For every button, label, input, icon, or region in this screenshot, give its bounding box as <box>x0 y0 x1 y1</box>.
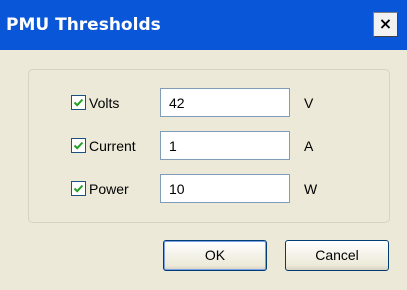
power-checkbox[interactable] <box>71 181 86 196</box>
window-title: PMU Thresholds <box>6 15 161 35</box>
current-field[interactable] <box>160 131 290 160</box>
current-unit: A <box>304 138 314 154</box>
close-icon: × <box>378 14 393 33</box>
dialog-window: PMU Thresholds × Volts V <box>0 0 407 290</box>
power-input[interactable] <box>161 175 289 202</box>
current-input[interactable] <box>161 132 289 159</box>
volts-row: Volts V <box>29 88 389 118</box>
close-button[interactable]: × <box>373 12 398 37</box>
volts-checkbox[interactable] <box>71 95 86 110</box>
current-checkbox[interactable] <box>71 138 86 153</box>
volts-unit: V <box>304 95 314 111</box>
thresholds-group: Volts V Current A <box>28 69 390 223</box>
volts-label[interactable]: Volts <box>89 95 119 111</box>
current-label[interactable]: Current <box>89 138 136 154</box>
power-unit: W <box>304 181 318 197</box>
title-bar[interactable]: PMU Thresholds × <box>0 0 407 50</box>
cancel-button[interactable]: Cancel <box>285 240 389 271</box>
volts-input[interactable] <box>161 89 289 116</box>
checkmark-icon <box>73 184 84 193</box>
power-field[interactable] <box>160 174 290 203</box>
power-label[interactable]: Power <box>89 181 129 197</box>
power-row: Power W <box>29 174 389 204</box>
checkmark-icon <box>73 98 84 107</box>
ok-button[interactable]: OK <box>163 240 267 271</box>
checkmark-icon <box>73 141 84 150</box>
volts-field[interactable] <box>160 88 290 117</box>
current-row: Current A <box>29 131 389 161</box>
